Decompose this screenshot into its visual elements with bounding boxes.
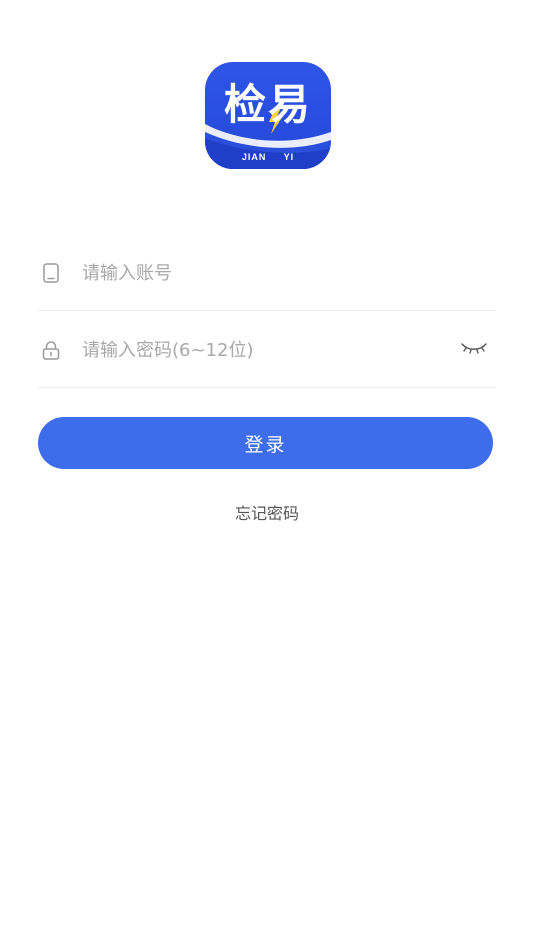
lock-icon <box>42 341 60 360</box>
account-field-row <box>38 234 496 311</box>
logo-title: 检易 <box>223 80 312 129</box>
password-input[interactable] <box>82 331 442 369</box>
phone-icon <box>43 263 59 283</box>
forgot-password-link[interactable]: 忘记密码 <box>0 500 534 524</box>
login-button[interactable]: 登录 <box>38 417 493 469</box>
eye-closed-icon[interactable] <box>460 339 488 357</box>
logo-subtitle: JIAN YI <box>241 152 295 162</box>
app-logo: 检易 JIAN YI <box>205 62 331 169</box>
account-input[interactable] <box>82 254 442 292</box>
password-field-row <box>38 311 496 388</box>
